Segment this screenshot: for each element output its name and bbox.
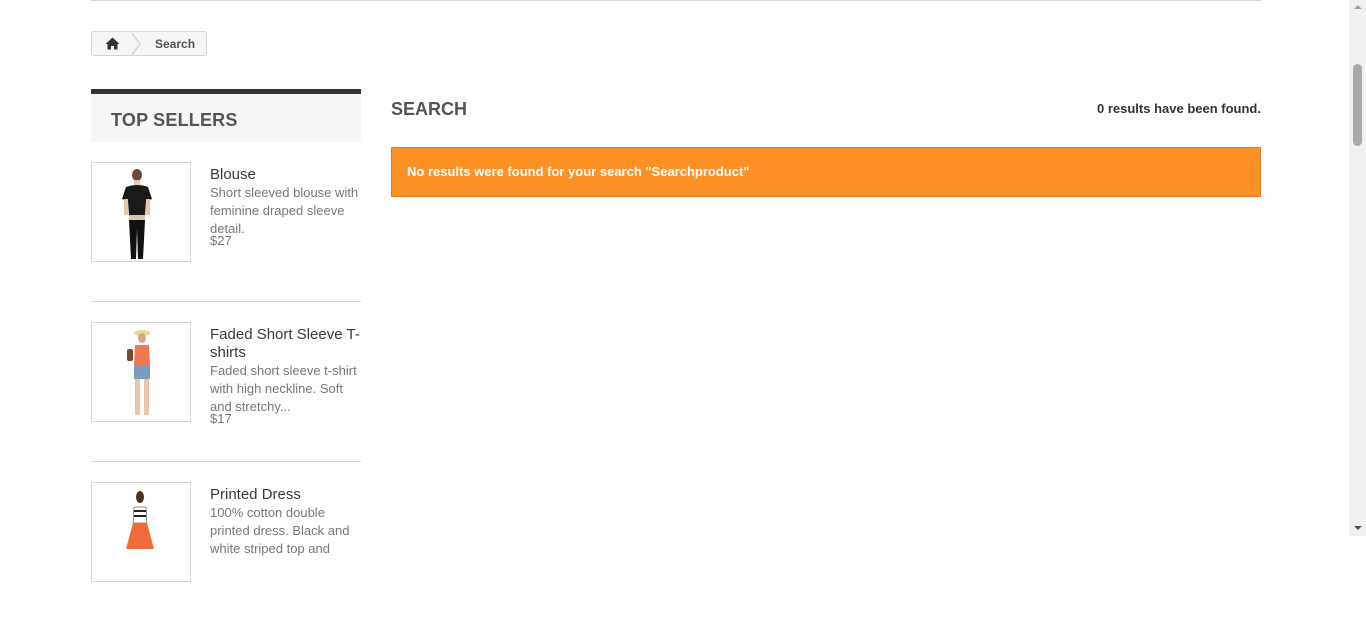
home-icon bbox=[105, 37, 119, 50]
results-count: 0 results have been found. bbox=[1097, 101, 1261, 116]
product-item: Faded Short Sleeve T-shirts Faded short … bbox=[91, 302, 361, 462]
top-divider bbox=[91, 0, 1261, 1]
product-image-dress[interactable] bbox=[91, 482, 191, 582]
breadcrumb: Search bbox=[91, 31, 208, 56]
scroll-down-arrow-icon[interactable] bbox=[1354, 526, 1362, 530]
product-item: Printed Dress 100% cotton double printed… bbox=[91, 462, 361, 622]
breadcrumb-separator bbox=[131, 31, 141, 56]
product-description: 100% cotton double printed dress. Black … bbox=[210, 505, 350, 556]
product-price: $27 bbox=[210, 233, 232, 248]
product-image-blouse[interactable] bbox=[91, 162, 191, 262]
product-name[interactable]: Faded Short Sleeve T-shirts bbox=[210, 326, 361, 362]
breadcrumb-home-link[interactable] bbox=[92, 32, 132, 55]
no-results-alert: No results were found for your search "S… bbox=[391, 147, 1261, 197]
top-sellers-title[interactable]: TOP SELLERS bbox=[91, 89, 361, 142]
product-item: Blouse Short sleeved blouse with feminin… bbox=[91, 142, 361, 302]
product-price: $17 bbox=[210, 411, 232, 426]
product-photo bbox=[122, 169, 152, 259]
scrollbar-thumb[interactable] bbox=[1353, 64, 1362, 146]
breadcrumb-current: Search bbox=[155, 36, 196, 51]
product-image-tshirt[interactable] bbox=[91, 322, 191, 422]
product-photo bbox=[126, 491, 154, 549]
scroll-up-arrow-icon[interactable] bbox=[1354, 5, 1362, 9]
product-description: Faded short sleeve t-shirt with high nec… bbox=[210, 363, 357, 414]
product-photo bbox=[127, 330, 150, 415]
product-name[interactable]: Printed Dress bbox=[210, 486, 361, 504]
page-title: SEARCH bbox=[391, 99, 468, 119]
product-description: Short sleeved blouse with feminine drape… bbox=[210, 185, 359, 236]
top-sellers-block: TOP SELLERS Blouse Short sleeved blouse … bbox=[91, 89, 361, 622]
vertical-scrollbar[interactable] bbox=[1349, 0, 1366, 536]
product-name[interactable]: Blouse bbox=[210, 166, 361, 184]
